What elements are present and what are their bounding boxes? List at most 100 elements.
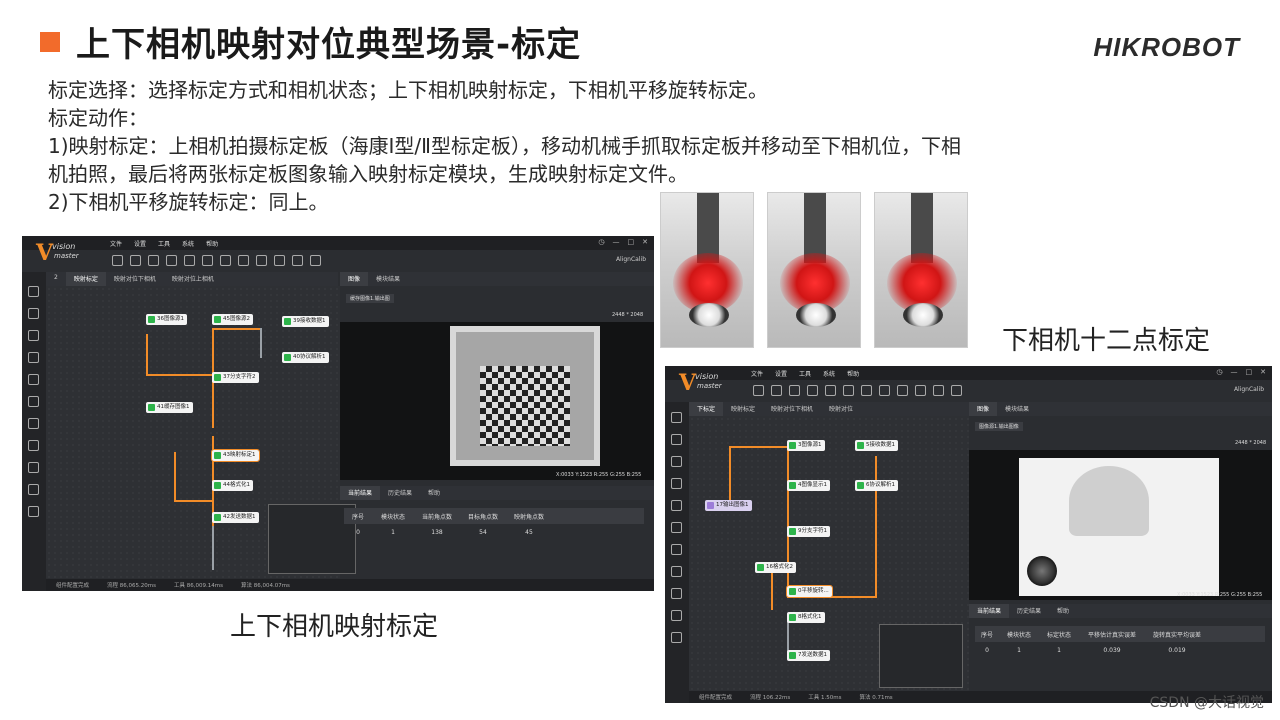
open-icon[interactable] bbox=[771, 384, 782, 396]
tab-image[interactable]: 图像 bbox=[340, 272, 369, 286]
camera-icon[interactable] bbox=[807, 384, 818, 396]
flow-node[interactable]: 37分支字符2 bbox=[212, 372, 259, 383]
align-tool-icon[interactable] bbox=[28, 418, 39, 429]
tab-result-help[interactable]: 帮助 bbox=[1049, 604, 1077, 618]
align-tool-icon[interactable] bbox=[671, 544, 682, 555]
menu-file[interactable]: 文件 bbox=[110, 239, 122, 248]
image-icon[interactable] bbox=[825, 384, 836, 396]
capture-tool-icon[interactable] bbox=[28, 286, 39, 297]
flow-node[interactable]: 3图像源1 bbox=[787, 440, 825, 451]
tab-history-result[interactable]: 历史结果 bbox=[1009, 604, 1049, 618]
color-tool-icon[interactable] bbox=[28, 374, 39, 385]
flow-minimap[interactable] bbox=[879, 624, 963, 688]
comm-tool-icon[interactable] bbox=[28, 462, 39, 473]
if-tool-icon[interactable] bbox=[28, 484, 39, 495]
snapshot-icon[interactable] bbox=[202, 254, 213, 266]
config-icon[interactable] bbox=[256, 254, 267, 266]
menu-system[interactable]: 系统 bbox=[823, 369, 835, 378]
tab-mapping-align[interactable]: 映射对位 bbox=[821, 402, 861, 416]
run-once-icon[interactable] bbox=[274, 254, 285, 266]
calculator-icon[interactable] bbox=[220, 254, 231, 266]
close-icon[interactable]: ✕ bbox=[1260, 368, 1266, 376]
run-loop-icon[interactable] bbox=[933, 384, 944, 396]
locate-tool-icon[interactable] bbox=[28, 308, 39, 319]
maximize-icon[interactable]: □ bbox=[1246, 368, 1253, 376]
flow-node[interactable]: 0平移旋转... bbox=[786, 585, 833, 598]
tab-result-help[interactable]: 帮助 bbox=[420, 486, 448, 500]
tab-mapping-lower[interactable]: 映射对位下相机 bbox=[106, 272, 164, 286]
deep-learning-icon[interactable] bbox=[28, 506, 39, 517]
snapshot-icon[interactable] bbox=[843, 384, 854, 396]
image-icon[interactable] bbox=[184, 254, 195, 266]
flow-canvas[interactable]: 3图像源1 5接收数据1 4图像显示1 6协议解析1 17输出图像1 9分支字符… bbox=[689, 416, 969, 691]
tab-history-result[interactable]: 历史结果 bbox=[380, 486, 420, 500]
flow-node[interactable]: 44格式化1 bbox=[212, 480, 253, 491]
flow-node[interactable]: 5接收数据1 bbox=[855, 440, 898, 451]
flow-node[interactable]: 6协议解析1 bbox=[855, 480, 898, 491]
minimize-icon[interactable]: — bbox=[613, 238, 620, 246]
clock-icon[interactable]: ◷ bbox=[1216, 368, 1222, 376]
stop-icon[interactable] bbox=[310, 254, 321, 266]
new-icon[interactable] bbox=[753, 384, 764, 396]
flow-node[interactable]: 43映射标定1 bbox=[211, 449, 260, 462]
flow-node[interactable]: 7发送数据1 bbox=[787, 650, 830, 661]
calibrate-tool-icon[interactable] bbox=[28, 396, 39, 407]
image-process-icon[interactable] bbox=[671, 478, 682, 489]
menu-tools[interactable]: 工具 bbox=[158, 239, 170, 248]
maximize-icon[interactable]: □ bbox=[628, 238, 635, 246]
config-icon[interactable] bbox=[897, 384, 908, 396]
image-view[interactable] bbox=[340, 322, 654, 480]
flow-node[interactable]: 41缓存图像1 bbox=[146, 402, 193, 413]
flow-node[interactable]: 42发送数据1 bbox=[212, 512, 259, 523]
minimize-icon[interactable]: — bbox=[1231, 368, 1238, 376]
log-icon[interactable] bbox=[238, 254, 249, 266]
tab-mapping-upper[interactable]: 映射对位上相机 bbox=[164, 272, 222, 286]
menu-file[interactable]: 文件 bbox=[751, 369, 763, 378]
tab-module-result[interactable]: 模块结果 bbox=[997, 402, 1037, 416]
flow-node[interactable]: 40协议解析1 bbox=[282, 352, 329, 363]
flow-canvas[interactable]: 36图像源1 45图像源2 39接收数据1 40协议解析1 37分支字符2 41… bbox=[46, 286, 356, 578]
flow-node[interactable]: 39接收数据1 bbox=[282, 316, 329, 327]
flow-node[interactable]: 45图像源2 bbox=[212, 314, 253, 325]
menu-settings[interactable]: 设置 bbox=[134, 239, 146, 248]
calibrate-tool-icon[interactable] bbox=[671, 522, 682, 533]
color-tool-icon[interactable] bbox=[671, 500, 682, 511]
flow-node[interactable]: 9分支字符1 bbox=[787, 526, 830, 537]
new-icon[interactable] bbox=[112, 254, 123, 266]
tab-process-list[interactable]: 2 bbox=[46, 272, 66, 286]
tab-current-result[interactable]: 当前结果 bbox=[969, 604, 1010, 618]
flow-node[interactable]: 17输出图像1 bbox=[705, 500, 752, 511]
comm-tool-icon[interactable] bbox=[671, 588, 682, 599]
table-row[interactable]: 0 1 138 54 45 bbox=[344, 524, 644, 540]
menu-help[interactable]: 帮助 bbox=[206, 239, 218, 248]
deep-learning-icon[interactable] bbox=[671, 632, 682, 643]
logic-tool-icon[interactable] bbox=[671, 566, 682, 577]
image-view[interactable] bbox=[969, 450, 1272, 600]
menu-help[interactable]: 帮助 bbox=[847, 369, 859, 378]
tab-lower-calib[interactable]: 下标定 bbox=[689, 402, 724, 416]
camera-icon[interactable] bbox=[166, 254, 177, 266]
run-once-icon[interactable] bbox=[915, 384, 926, 396]
flow-node[interactable]: 8格式化1 bbox=[787, 612, 825, 623]
clock-icon[interactable]: ◷ bbox=[598, 238, 604, 246]
log-icon[interactable] bbox=[879, 384, 890, 396]
table-row[interactable]: 0 1 1 0.039 0.019 bbox=[975, 642, 1265, 658]
capture-tool-icon[interactable] bbox=[671, 412, 682, 423]
flow-node[interactable]: 36图像源1 bbox=[146, 314, 187, 325]
run-loop-icon[interactable] bbox=[292, 254, 303, 266]
image-process-icon[interactable] bbox=[28, 352, 39, 363]
locate-tool-icon[interactable] bbox=[671, 434, 682, 445]
logic-tool-icon[interactable] bbox=[28, 440, 39, 451]
image-source-select[interactable]: 缓存图像1.输出图 bbox=[346, 294, 394, 303]
menu-tools[interactable]: 工具 bbox=[799, 369, 811, 378]
tab-current-result[interactable]: 当前结果 bbox=[340, 486, 381, 500]
menu-settings[interactable]: 设置 bbox=[775, 369, 787, 378]
tab-mapping-lower[interactable]: 映射对位下相机 bbox=[763, 402, 821, 416]
tab-image[interactable]: 图像 bbox=[969, 402, 998, 416]
flow-node[interactable]: 16格式化2 bbox=[755, 562, 796, 573]
measure-tool-icon[interactable] bbox=[671, 456, 682, 467]
flow-node[interactable]: 4图像显示1 bbox=[787, 480, 830, 491]
tab-module-result[interactable]: 模块结果 bbox=[368, 272, 408, 286]
calculator-icon[interactable] bbox=[861, 384, 872, 396]
tab-mapping-calib[interactable]: 映射标定 bbox=[723, 402, 763, 416]
